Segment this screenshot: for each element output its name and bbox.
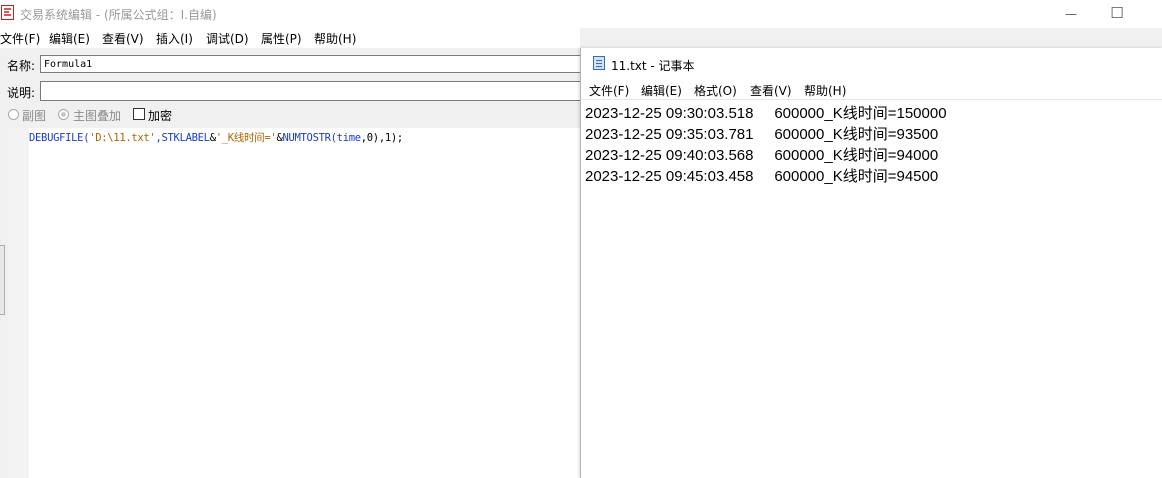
menu-file[interactable]: 文件(F) bbox=[0, 30, 40, 47]
menu-insert[interactable]: 插入(I) bbox=[156, 30, 193, 47]
log-line: 2023-12-25 09:45:03.458 600000_K线时间=9450… bbox=[585, 168, 939, 185]
code-function: STKLABEL bbox=[161, 132, 210, 144]
code-variable: time bbox=[336, 132, 361, 144]
np-menu-edit[interactable]: 编辑(E) bbox=[641, 82, 682, 99]
menu-property[interactable]: 属性(P) bbox=[261, 30, 302, 47]
np-menu-view[interactable]: 查看(V) bbox=[750, 82, 792, 99]
encrypt-checkbox[interactable] bbox=[133, 108, 145, 120]
main-overlay-radio[interactable] bbox=[58, 109, 69, 120]
code-line: DEBUGFILE('D:\11.txt',STKLABEL&'_K线时间='&… bbox=[29, 130, 403, 145]
code-gutter bbox=[8, 128, 30, 478]
notepad-title: 11.txt - 记事本 bbox=[611, 59, 695, 73]
code-string: 'D:\11.txt' bbox=[89, 132, 156, 144]
np-menu-format[interactable]: 格式(O) bbox=[694, 82, 737, 99]
main-overlay-label: 主图叠加 bbox=[73, 109, 122, 123]
maximize-icon: ☐ bbox=[1110, 4, 1124, 22]
notepad-menubar: 文件(F) 编辑(E) 格式(O) 查看(V) 帮助(H) bbox=[581, 79, 1162, 100]
subchart-radio[interactable] bbox=[8, 109, 19, 120]
np-menu-help[interactable]: 帮助(H) bbox=[804, 82, 846, 99]
code-string: '_K线时间=' bbox=[215, 132, 277, 144]
code-editor[interactable] bbox=[29, 128, 581, 478]
splitter-handle[interactable] bbox=[0, 245, 5, 315]
minimize-button[interactable]: — bbox=[1048, 0, 1094, 28]
maximize-button[interactable]: ☐ bbox=[1094, 0, 1140, 28]
subchart-label: 副图 bbox=[22, 109, 47, 123]
notepad-titlebar: 11.txt - 记事本 bbox=[581, 48, 1162, 78]
menu-edit[interactable]: 编辑(E) bbox=[49, 30, 90, 47]
encrypt-label: 加密 bbox=[148, 109, 173, 123]
log-line: 2023-12-25 09:35:03.781 600000_K线时间=9350… bbox=[585, 126, 939, 143]
description-label: 说明: bbox=[7, 86, 36, 100]
editor-titlebar: 交易系统编辑 - (所属公式组：I.自编) — ☐ bbox=[0, 0, 1162, 28]
notepad-text-area[interactable]: 2023-12-25 09:30:03.518 600000_K线时间=1500… bbox=[581, 100, 1162, 478]
name-input[interactable]: Formula1 bbox=[40, 55, 590, 73]
notepad-icon bbox=[593, 56, 605, 70]
menu-view[interactable]: 查看(V) bbox=[102, 30, 144, 47]
log-line: 2023-12-25 09:40:03.568 600000_K线时间=9400… bbox=[585, 147, 939, 164]
np-menu-file[interactable]: 文件(F) bbox=[589, 82, 629, 99]
code-token: ,0),1); bbox=[360, 132, 403, 144]
app-icon bbox=[1, 5, 14, 20]
menu-debug[interactable]: 调试(D) bbox=[206, 30, 249, 47]
window-title: 交易系统编辑 - (所属公式组：I.自编) bbox=[20, 8, 217, 22]
minimize-icon: — bbox=[1065, 7, 1077, 21]
menu-help[interactable]: 帮助(H) bbox=[314, 30, 356, 47]
name-label: 名称: bbox=[7, 59, 36, 73]
code-function: DEBUGFILE( bbox=[29, 132, 90, 144]
editor-menubar: 文件(F) 编辑(E) 查看(V) 插入(I) 调试(D) 属性(P) 帮助(H… bbox=[0, 28, 580, 48]
notepad-window: 11.txt - 记事本 文件(F) 编辑(E) 格式(O) 查看(V) 帮助(… bbox=[580, 48, 1162, 478]
log-line: 2023-12-25 09:30:03.518 600000_K线时间=1500… bbox=[585, 105, 947, 122]
code-function: NUMTOSTR( bbox=[282, 132, 337, 144]
description-input[interactable] bbox=[40, 81, 590, 101]
